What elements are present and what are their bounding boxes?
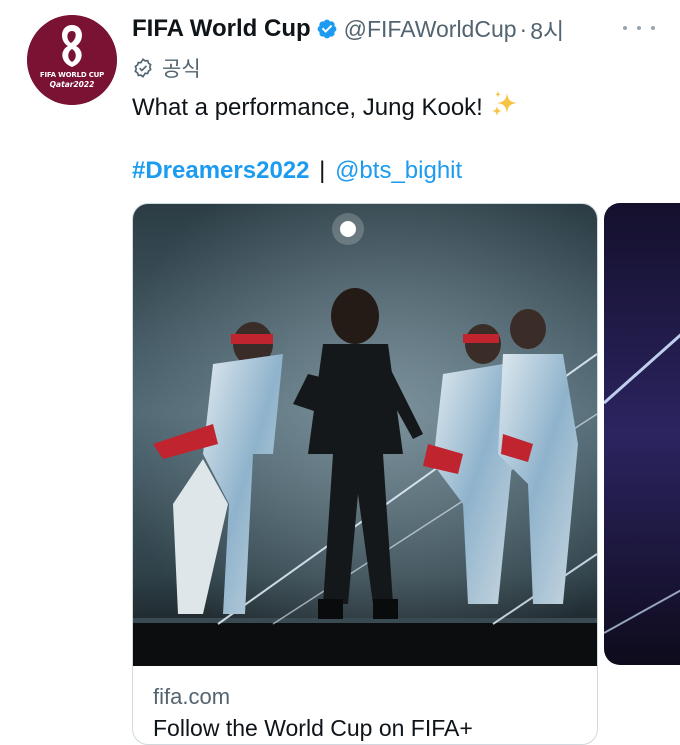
card-title[interactable]: Follow the World Cup on FIFA+ — [153, 715, 473, 742]
more-icon[interactable] — [623, 16, 655, 40]
tweet-timestamp[interactable]: 8시 — [530, 12, 564, 46]
official-label-text: 공식 — [162, 58, 201, 81]
avatar-caption-line2: Qatar2022 — [49, 80, 95, 89]
concert-photo — [133, 204, 597, 666]
card-domain: fifa.com — [153, 684, 231, 709]
separator-dot: · — [519, 15, 528, 42]
avatar[interactable]: FIFA WORLD CUP Qatar2022 — [27, 15, 117, 105]
account-handle[interactable]: @FIFAWorldCup — [344, 16, 517, 43]
tweet-tags: #Dreamers2022 | @bts_bighit — [132, 157, 462, 185]
more-dot — [651, 26, 655, 30]
tweet-header: FIFA World Cup @FIFAWorldCup · 8시 — [132, 12, 564, 46]
avatar-caption-line1: FIFA WORLD CUP — [39, 71, 105, 79]
fifa-emblem-icon — [27, 15, 117, 105]
tweet-text: What a performance, Jung Kook! — [132, 90, 519, 122]
sparkles-icon — [491, 91, 517, 116]
hashtag-link[interactable]: #Dreamers2022 — [132, 157, 309, 184]
concert-photo-next — [604, 203, 680, 665]
account-name[interactable]: FIFA World Cup — [132, 15, 311, 43]
mention-link[interactable]: @bts_bighit — [335, 157, 462, 184]
official-badge-icon — [134, 58, 152, 78]
link-card-next[interactable] — [604, 203, 680, 665]
more-dot — [637, 26, 641, 30]
verified-badge-icon — [317, 19, 337, 39]
tag-divider: | — [319, 157, 326, 184]
tweet-body: What a performance, Jung Kook! — [132, 94, 483, 121]
official-label: 공식 — [132, 54, 201, 82]
link-card[interactable]: fifa.com Follow the World Cup on FIFA+ — [132, 203, 598, 745]
more-dot — [623, 26, 627, 30]
